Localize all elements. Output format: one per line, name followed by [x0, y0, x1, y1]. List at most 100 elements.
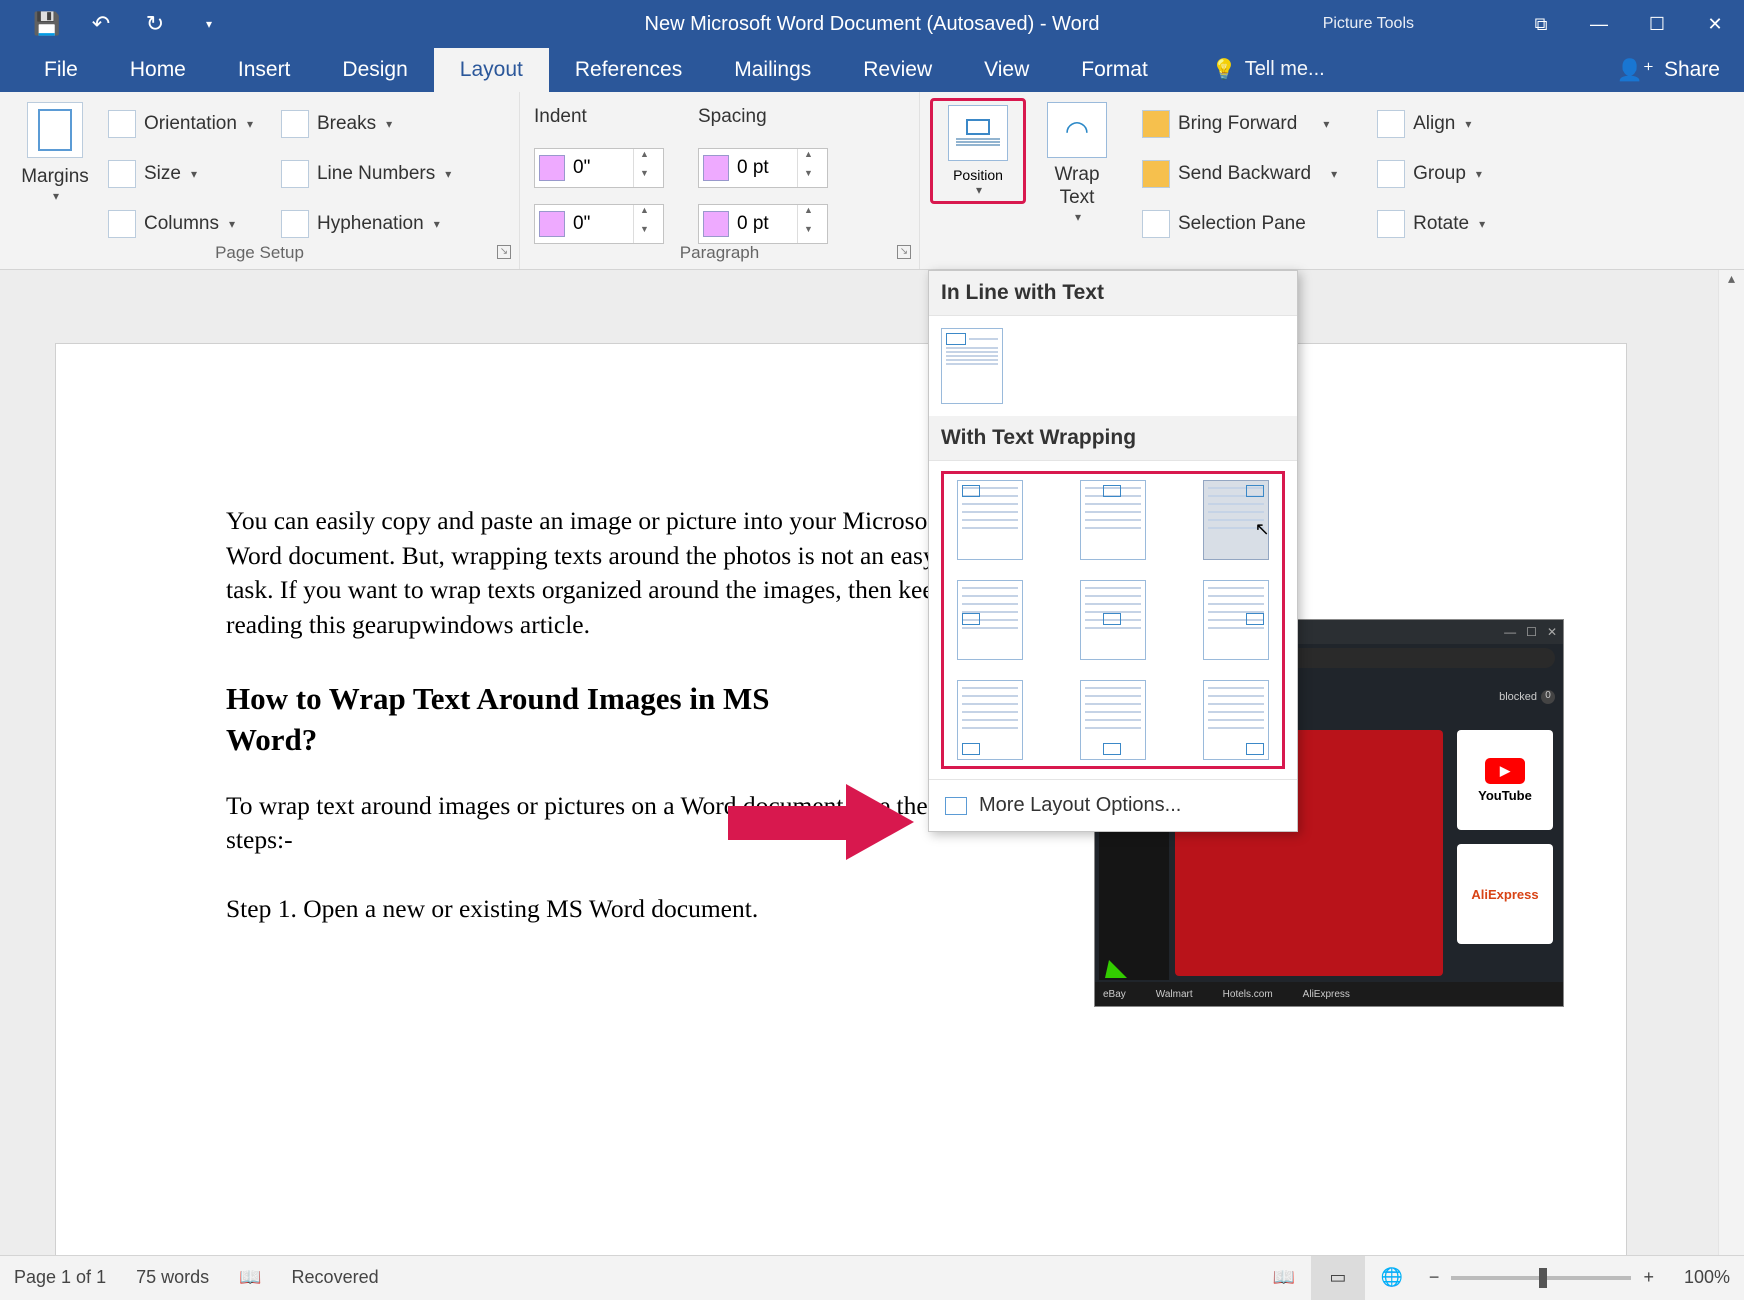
hyphenation-button[interactable]: Hyphenation▾	[273, 202, 459, 246]
tab-review[interactable]: Review	[837, 48, 958, 92]
position-middle-right[interactable]	[1203, 580, 1269, 660]
minimize-icon[interactable]: —	[1570, 0, 1628, 48]
position-dropdown: In Line with Text With Text Wrapping ↖ M…	[928, 270, 1298, 832]
rotate-button[interactable]: Rotate▾	[1369, 202, 1493, 246]
zoom-value[interactable]: 100%	[1684, 1267, 1730, 1288]
position-bottom-center[interactable]	[1080, 680, 1146, 760]
read-mode-icon[interactable]: 📖	[1257, 1256, 1311, 1300]
position-bottom-right[interactable]	[1203, 680, 1269, 760]
group-paragraph: Indent ▲▼ ▲▼ Spacing ▲▼ ▲▼ Paragraph ↘	[520, 92, 920, 269]
size-icon	[108, 160, 136, 188]
green-arrow-icon	[1105, 960, 1127, 978]
spacing-before-icon	[703, 155, 729, 181]
vertical-scrollbar[interactable]: ▴	[1718, 270, 1744, 1255]
mouse-cursor-icon: ↖	[1255, 519, 1270, 540]
orientation-icon	[108, 110, 136, 138]
bring-forward-icon	[1142, 110, 1170, 138]
indent-left-input[interactable]: ▲▼	[534, 148, 664, 188]
indent-label: Indent	[534, 106, 664, 132]
zoom-control[interactable]: − + 100%	[1429, 1267, 1730, 1288]
ribbon-tabs: File Home Insert Design Layout Reference…	[0, 48, 1744, 92]
maximize-icon[interactable]: ☐	[1628, 0, 1686, 48]
body-heading: How to Wrap Text Around Images in MS Wor…	[226, 679, 866, 761]
position-middle-left[interactable]	[957, 580, 1023, 660]
tab-format[interactable]: Format	[1055, 48, 1174, 92]
restore-down-icon[interactable]: ⧉	[1512, 0, 1570, 48]
position-inline-option[interactable]	[941, 328, 1003, 404]
tab-mailings[interactable]: Mailings	[708, 48, 837, 92]
document-canvas[interactable]: You can easily copy and paste an image o…	[0, 270, 1718, 1255]
undo-icon[interactable]: ↶	[88, 11, 114, 37]
recovered-label: Recovered	[292, 1267, 379, 1288]
tab-file[interactable]: File	[18, 48, 104, 92]
group-arrange: Position ▾ ◠ Wrap Text ▾ Bring Forward▾ …	[920, 92, 1744, 269]
body-paragraph: Step 1. Open a new or existing MS Word d…	[226, 892, 956, 927]
send-backward-button[interactable]: Send Backward▾	[1134, 152, 1345, 196]
group-label: Page Setup	[0, 243, 519, 263]
close-icon[interactable]: ✕	[1686, 0, 1744, 48]
proofing-icon[interactable]: 📖	[239, 1267, 261, 1288]
spacing-after-icon	[703, 211, 729, 237]
tab-references[interactable]: References	[549, 48, 708, 92]
tab-view[interactable]: View	[958, 48, 1055, 92]
wrap-text-button[interactable]: ◠ Wrap Text ▾	[1034, 98, 1120, 228]
print-layout-icon[interactable]: ▭	[1311, 1256, 1365, 1300]
selection-pane-button[interactable]: Selection Pane	[1134, 202, 1345, 246]
position-middle-center[interactable]	[1080, 580, 1146, 660]
window-buttons: ⧉ — ☐ ✕	[1512, 0, 1744, 48]
rotate-icon	[1377, 210, 1405, 238]
tab-home[interactable]: Home	[104, 48, 212, 92]
share-icon: 👤⁺	[1617, 58, 1654, 83]
orientation-button[interactable]: Orientation▾	[100, 102, 261, 146]
tab-design[interactable]: Design	[316, 48, 433, 92]
group-label: Paragraph	[520, 243, 919, 263]
chevron-down-icon: ▾	[1075, 210, 1081, 224]
position-top-left[interactable]	[957, 480, 1023, 560]
spacing-after-input[interactable]: ▲▼	[698, 204, 828, 244]
qat-more-icon[interactable]: ▾	[196, 11, 222, 37]
tab-insert[interactable]: Insert	[212, 48, 317, 92]
position-top-right[interactable]: ↖	[1203, 480, 1269, 560]
group-page-setup: Margins ▾ Orientation▾ Size▾ Columns▾ Br…	[0, 92, 520, 269]
zoom-slider[interactable]	[1451, 1276, 1631, 1280]
contextual-tab-label: Picture Tools	[1323, 15, 1414, 33]
group-icon	[1377, 160, 1405, 188]
lightbulb-icon: 💡	[1212, 57, 1237, 82]
tell-me-search[interactable]: 💡Tell me...	[1186, 47, 1351, 92]
save-icon[interactable]: 💾	[34, 11, 60, 37]
dialog-launcher-icon[interactable]: ↘	[497, 245, 511, 259]
dialog-launcher-icon[interactable]: ↘	[897, 245, 911, 259]
wrap-grid-highlight: ↖	[941, 471, 1285, 769]
hyphenation-icon	[281, 210, 309, 238]
tab-layout[interactable]: Layout	[434, 48, 549, 92]
scroll-up-icon[interactable]: ▴	[1719, 270, 1744, 296]
word-count[interactable]: 75 words	[136, 1267, 209, 1288]
align-button[interactable]: Align▾	[1369, 102, 1493, 146]
zoom-out-icon[interactable]: −	[1429, 1267, 1440, 1288]
breaks-button[interactable]: Breaks▾	[273, 102, 459, 146]
size-button[interactable]: Size▾	[100, 152, 261, 196]
layout-options-icon	[945, 797, 967, 815]
columns-button[interactable]: Columns▾	[100, 202, 261, 246]
more-layout-options[interactable]: More Layout Options...	[929, 779, 1297, 831]
redo-icon[interactable]: ↻	[142, 11, 168, 37]
spacing-before-input[interactable]: ▲▼	[698, 148, 828, 188]
ribbon: Margins ▾ Orientation▾ Size▾ Columns▾ Br…	[0, 92, 1744, 270]
page: You can easily copy and paste an image o…	[55, 343, 1627, 1255]
share-button[interactable]: 👤⁺Share	[1593, 48, 1744, 92]
zoom-in-icon[interactable]: +	[1643, 1267, 1654, 1288]
line-numbers-button[interactable]: Line Numbers▾	[273, 152, 459, 196]
margins-button[interactable]: Margins ▾	[10, 98, 100, 265]
position-bottom-left[interactable]	[957, 680, 1023, 760]
annotation-arrow	[728, 806, 848, 840]
dropdown-section-header: With Text Wrapping	[929, 416, 1297, 461]
group-button[interactable]: Group▾	[1369, 152, 1493, 196]
position-button[interactable]: Position ▾	[930, 98, 1026, 204]
web-layout-icon[interactable]: 🌐	[1365, 1256, 1419, 1300]
wrap-text-icon: ◠	[1047, 102, 1107, 158]
indent-right-input[interactable]: ▲▼	[534, 204, 664, 244]
margins-icon	[27, 102, 83, 158]
bring-forward-button[interactable]: Bring Forward▾	[1134, 102, 1345, 146]
page-count[interactable]: Page 1 of 1	[14, 1267, 106, 1288]
position-top-center[interactable]	[1080, 480, 1146, 560]
